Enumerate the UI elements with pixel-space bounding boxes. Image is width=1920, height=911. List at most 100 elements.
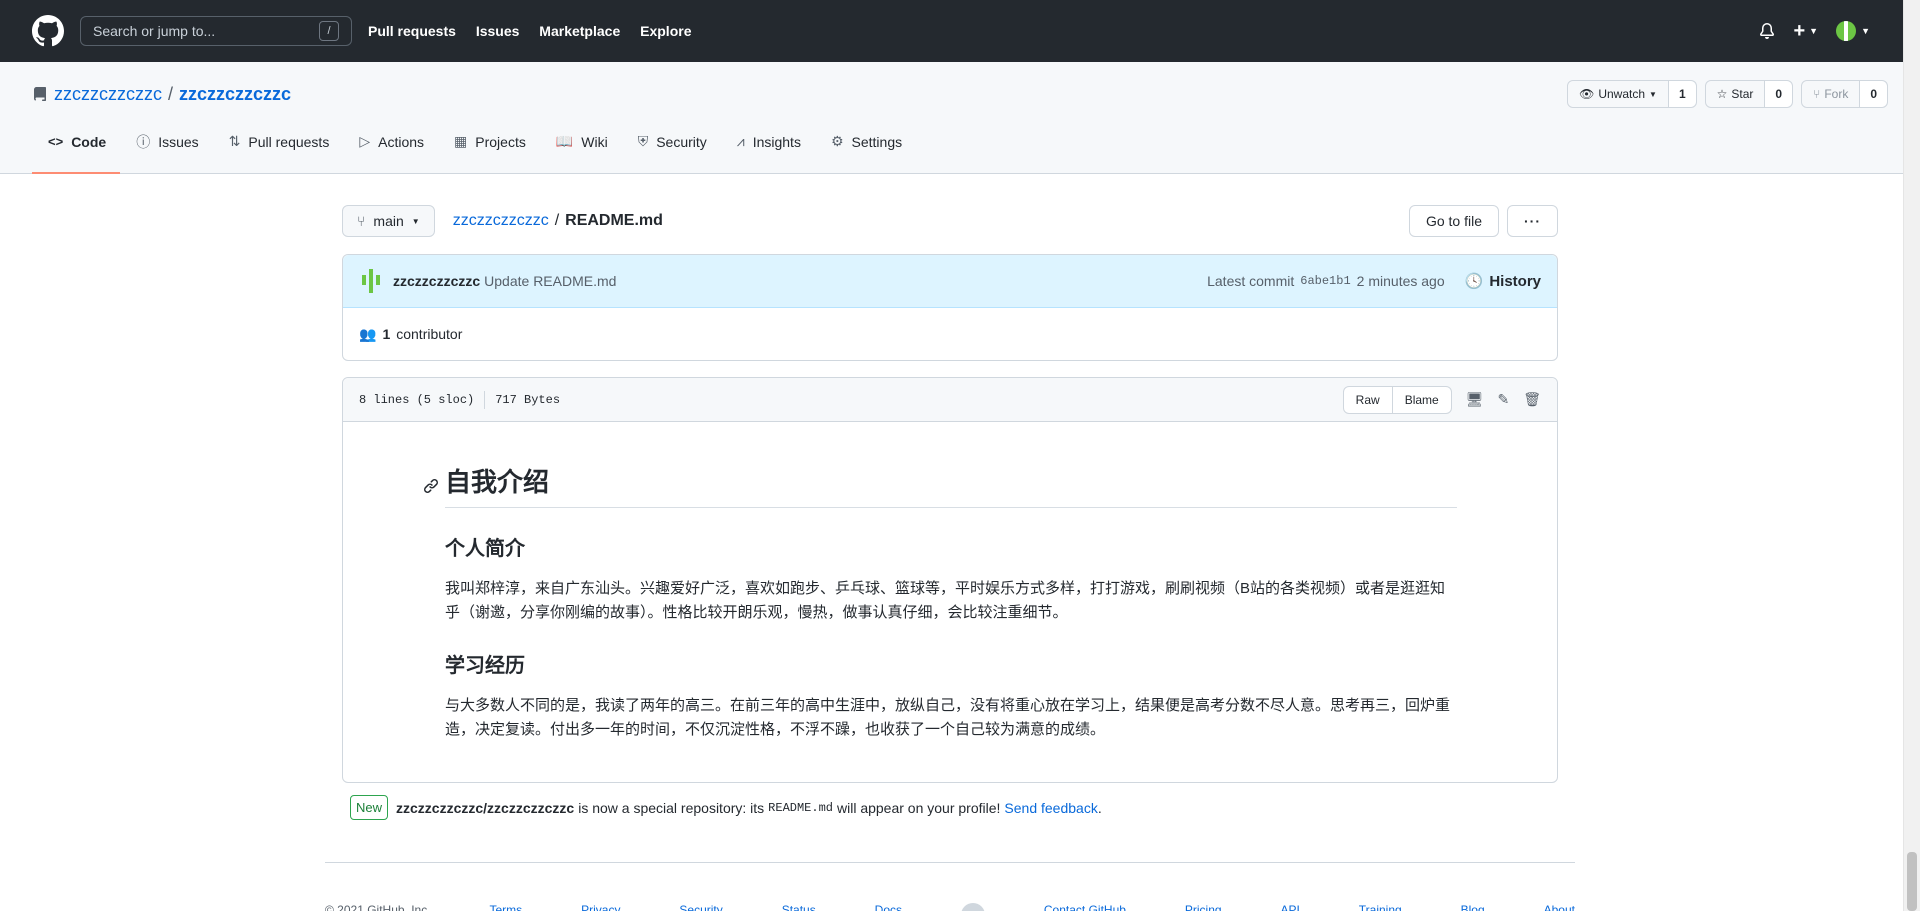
repo-header: zzczzczzczzc / zzczzczzczzc 👁 Unwatch ▼ 1 … (0, 62, 1920, 174)
footer-link[interactable]: API (1280, 903, 1299, 911)
history-link[interactable]: 🕓 History (1464, 272, 1541, 291)
play-icon: ▷ (359, 133, 371, 149)
breadcrumb-repo-link[interactable]: zzczzczzczzc (453, 212, 549, 230)
notice-period: . (1097, 799, 1102, 816)
tab-label: Code (71, 133, 107, 150)
user-menu[interactable]: ▼ (1836, 21, 1870, 41)
commit-time: 2 minutes ago (1356, 273, 1445, 289)
star-button[interactable]: ☆ Star 0 (1704, 80, 1794, 108)
more-options-button[interactable]: ··· (1507, 205, 1558, 237)
fork-button[interactable]: ⑂ Fork 0 (1801, 80, 1888, 108)
star-icon: ☆ (1716, 87, 1728, 101)
special-repo-notice: New zzczzczzczzc/zzczzczzczzc is now a s… (342, 795, 1558, 820)
repo-actions: 👁 Unwatch ▼ 1 ☆ Star 0 ⑂ Fork 0 (1567, 80, 1888, 108)
create-new-menu[interactable]: + ▼ (1793, 20, 1818, 43)
go-to-file-button[interactable]: Go to file (1408, 205, 1499, 237)
contributors-label[interactable]: contributor (396, 326, 462, 342)
commit-author-avatar[interactable] (359, 269, 383, 293)
repo-name-link[interactable]: zzczzczzczzc (179, 84, 291, 105)
link-icon[interactable] (423, 470, 439, 501)
footer-link[interactable]: Docs (875, 903, 902, 911)
branch-selector[interactable]: ⑂ main ▼ (342, 205, 435, 237)
footer-link[interactable]: Security (679, 903, 722, 911)
eye-icon: 👁 (1579, 87, 1595, 101)
footer-link[interactable]: Contact GitHub (1044, 903, 1126, 911)
tab-insights[interactable]: ⩘ Insights (721, 126, 815, 174)
section-heading: 个人简介 (445, 538, 525, 560)
search-input[interactable]: Search or jump to... / (80, 16, 352, 46)
footer-link[interactable]: About (1544, 903, 1575, 911)
desktop-icon[interactable]: 🖥 (1466, 391, 1484, 408)
footer-link[interactable]: Terms (490, 903, 523, 911)
scrollbar[interactable] (1903, 0, 1920, 911)
repo-title: zzczzczzczzc / zzczzczzczzc (32, 84, 291, 105)
commit-sha-link[interactable]: 6abe1b1 (1300, 274, 1350, 288)
history-label: History (1489, 272, 1541, 290)
repo-owner-link[interactable]: zzczzczzczzc (54, 84, 162, 105)
tab-projects[interactable]: ▦ Projects (438, 126, 540, 174)
tab-wiki[interactable]: 📖 Wiki (540, 126, 622, 174)
contributors-count[interactable]: 1 (382, 326, 390, 342)
github-logo-icon[interactable] (32, 15, 64, 47)
blame-button[interactable]: Blame (1391, 386, 1451, 413)
caret-down-icon: ▼ (411, 216, 420, 226)
send-feedback-link[interactable]: Send feedback (1004, 800, 1097, 816)
file-navigation: ⑂ main ▼ zzczzczzczzc / README.md Go to … (342, 204, 1558, 238)
commit-author-link[interactable]: zzczzczzczzc (393, 273, 480, 289)
readme-content: 自我介绍 个人简介 我叫郑梓淳，来自广东汕头。兴趣爱好广泛，喜欢如跑步、乒乓球、… (343, 422, 1557, 782)
pencil-icon[interactable]: ✎ (1497, 391, 1509, 408)
notice-text: will appear on your profile! (836, 799, 1001, 816)
nav-explore[interactable]: Explore (640, 23, 691, 39)
star-count[interactable]: 0 (1765, 81, 1793, 107)
nav-marketplace[interactable]: Marketplace (539, 23, 620, 39)
footer-link[interactable]: Pricing (1185, 903, 1222, 911)
breadcrumb-file: README.md (565, 212, 663, 229)
contributors-row: 👥 1 contributor (343, 308, 1557, 360)
tab-label: Wiki (581, 133, 608, 150)
watch-count[interactable]: 1 (1668, 81, 1696, 107)
footer-link[interactable]: Privacy (581, 903, 620, 911)
raw-blame-group: Raw Blame (1342, 385, 1452, 414)
caret-down-icon: ▼ (1861, 26, 1870, 36)
paragraph: 与大多数人不同的是，我读了两年的高三。在前三年的高中生涯中，放纵自己，没有将重心… (445, 697, 1451, 738)
tab-label: Issues (158, 133, 199, 150)
tab-label: Security (656, 133, 707, 150)
tab-pull-requests[interactable]: ⇅ Pull requests (213, 126, 344, 174)
tab-issues[interactable]: ⓘ Issues (120, 126, 212, 174)
new-badge: New (350, 795, 389, 820)
scrollbar-thumb[interactable] (1907, 852, 1917, 911)
tab-label: Pull requests (248, 133, 330, 150)
pull-request-icon: ⇅ (228, 133, 241, 149)
nav-pull-requests[interactable]: Pull requests (368, 23, 456, 39)
tab-label: Projects (475, 133, 526, 150)
tab-code[interactable]: <> Code (32, 126, 121, 174)
copyright: © 2021 GitHub, Inc. (325, 903, 431, 911)
tab-actions[interactable]: ▷ Actions (343, 126, 438, 174)
section-heading: 学习经历 (445, 655, 525, 677)
branch-name: main (373, 213, 404, 229)
avatar (1836, 21, 1857, 41)
fork-count[interactable]: 0 (1860, 81, 1887, 107)
watch-label: Unwatch (1598, 87, 1646, 101)
history-icon: 🕓 (1464, 273, 1484, 290)
fork-label: Fork (1824, 87, 1849, 101)
file-viewer: 8 lines (5 sloc) 717 Bytes Raw Blame 🖥 ✎… (342, 377, 1558, 783)
footer: © 2021 GitHub, Inc. Terms Privacy Securi… (325, 862, 1575, 911)
footer-link[interactable]: Training (1359, 903, 1402, 911)
watch-button[interactable]: 👁 Unwatch ▼ 1 (1567, 80, 1697, 108)
breadcrumb: zzczzczzczzc / README.md (453, 212, 663, 230)
readme-code: README.md (768, 800, 833, 815)
commit-message-link[interactable]: Update README.md (484, 273, 616, 289)
footer-link[interactable]: Status (782, 903, 816, 911)
tab-security[interactable]: ⛨ Security (622, 126, 721, 174)
search-placeholder: Search or jump to... (93, 23, 216, 39)
divider (484, 390, 486, 409)
tab-settings[interactable]: ⚙ Settings (815, 126, 916, 174)
footer-link[interactable]: Blog (1461, 903, 1485, 911)
github-mark-icon[interactable] (960, 903, 985, 911)
nav-issues[interactable]: Issues (476, 23, 520, 39)
bell-icon[interactable] (1759, 23, 1775, 39)
branch-icon: ⑂ (357, 213, 366, 229)
trash-icon[interactable]: 🗑 (1523, 391, 1541, 408)
raw-button[interactable]: Raw (1344, 387, 1392, 413)
